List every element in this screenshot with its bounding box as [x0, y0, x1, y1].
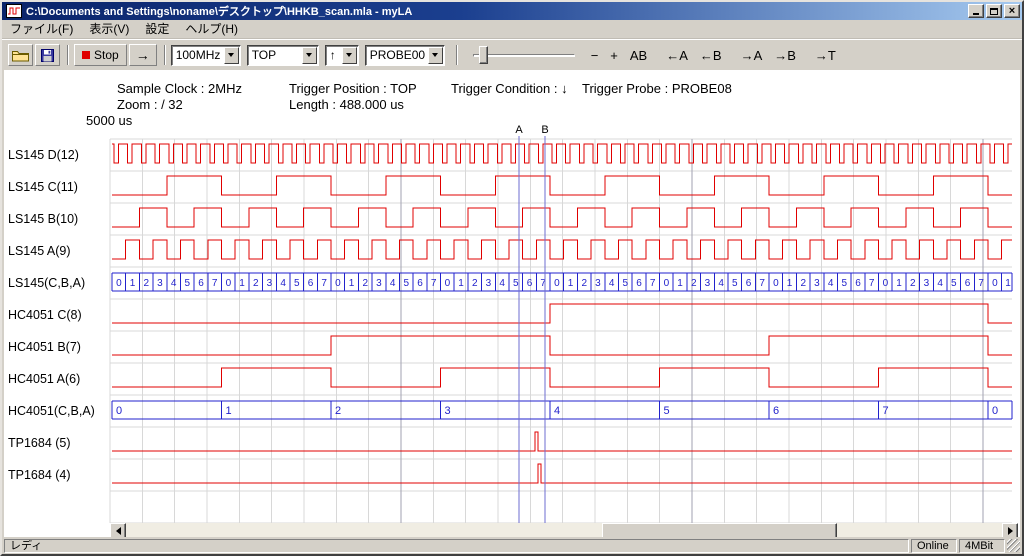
chevron-down-icon[interactable]: [428, 47, 443, 64]
sample-clock-select[interactable]: 100MHz: [171, 45, 241, 66]
toolbar: Stop → 100MHz TOP ↑ PROBE00 − + AB ←A ←B: [2, 39, 1022, 70]
right-arrow-icon: [1008, 527, 1013, 535]
toolbar-separator: [67, 45, 69, 65]
channel-label: TP1684 (5): [8, 427, 108, 459]
trigger-position-info: Trigger Position : TOP: [289, 81, 417, 96]
chevron-down-icon[interactable]: [342, 47, 357, 64]
open-button[interactable]: [8, 44, 33, 66]
channel-label: HC4051 B(7): [8, 331, 108, 363]
zoom-slider[interactable]: [471, 44, 577, 66]
channel-label: TP1684 (4): [8, 459, 108, 491]
slider-thumb[interactable]: [479, 46, 488, 64]
floppy-icon: [41, 49, 54, 62]
set-a-marker-button[interactable]: →A: [737, 46, 767, 65]
trigger-edge-select[interactable]: ↑: [325, 45, 359, 66]
jump-to-trigger-button[interactable]: →T: [811, 46, 840, 65]
status-online: Online: [911, 539, 957, 553]
minimize-icon: [973, 13, 979, 15]
time-scale-label: 5000 us: [86, 113, 132, 128]
channel-label: LS145 C(11): [8, 171, 108, 203]
channel-label: HC4051 A(6): [8, 363, 108, 395]
menu-settings[interactable]: 設定: [137, 20, 177, 38]
menu-help[interactable]: ヘルプ(H): [177, 20, 246, 38]
trigger-position-value: TOP: [248, 48, 302, 62]
trigger-edge-value: ↑: [326, 48, 342, 62]
maximize-button[interactable]: [986, 4, 1002, 18]
maximize-icon: [990, 8, 998, 15]
zoom-info: Zoom : / 32: [117, 97, 183, 112]
run-button[interactable]: →: [129, 44, 157, 66]
close-button[interactable]: ×: [1004, 4, 1020, 18]
open-folder-icon: [12, 49, 29, 62]
status-memory: 4MBit: [959, 539, 1005, 553]
channel-label: HC4051 C(8): [8, 299, 108, 331]
jump-to-a-button[interactable]: ←A: [662, 46, 692, 65]
status-bar: レディ Online 4MBit: [2, 537, 1022, 554]
jump-to-b-button[interactable]: ←B: [696, 46, 726, 65]
chevron-down-icon[interactable]: [302, 47, 317, 64]
channel-label: LS145 A(9): [8, 235, 108, 267]
app-window: C:\Documents and Settings\noname\デスクトップ\…: [0, 0, 1024, 556]
waveform-area[interactable]: [4, 70, 1020, 539]
trigger-position-select[interactable]: TOP: [247, 45, 319, 66]
save-button[interactable]: [35, 44, 60, 66]
toolbar-separator: [456, 45, 458, 65]
close-icon: ×: [1009, 6, 1015, 17]
channel-label: LS145 B(10): [8, 203, 108, 235]
window-title: C:\Documents and Settings\noname\デスクトップ\…: [26, 3, 966, 19]
length-info: Length : 488.000 us: [289, 97, 404, 112]
sample-clock-info: Sample Clock : 2MHz: [117, 81, 242, 96]
channel-label: LS145(C,B,A): [8, 267, 108, 299]
channel-label: LS145 D(12): [8, 139, 108, 171]
sample-clock-value: 100MHz: [172, 48, 224, 62]
status-message: レディ: [4, 539, 909, 553]
toolbar-separator: [164, 45, 166, 65]
zoom-out-button[interactable]: −: [587, 46, 603, 65]
ab-marker-button[interactable]: AB: [626, 46, 651, 65]
menu-view[interactable]: 表示(V): [81, 20, 137, 38]
channel-label: HC4051(C,B,A): [8, 395, 108, 427]
minimize-button[interactable]: [968, 4, 984, 18]
trigger-probe-info: Trigger Probe : PROBE08: [582, 81, 732, 96]
menu-bar: ファイル(F) 表示(V) 設定 ヘルプ(H): [2, 20, 1022, 39]
set-b-marker-button[interactable]: →B: [770, 46, 800, 65]
slider-track: [473, 54, 575, 57]
app-icon: [6, 4, 22, 18]
title-bar[interactable]: C:\Documents and Settings\noname\デスクトップ\…: [2, 2, 1022, 20]
resize-grip[interactable]: [1007, 539, 1020, 552]
trigger-probe-select[interactable]: PROBE00: [365, 45, 445, 66]
stop-label: Stop: [94, 48, 119, 62]
stop-icon: [82, 51, 90, 59]
menu-file[interactable]: ファイル(F): [2, 20, 81, 38]
stop-button[interactable]: Stop: [74, 44, 127, 66]
trigger-probe-value: PROBE00: [366, 48, 428, 62]
trigger-condition-info: Trigger Condition : ↓: [451, 81, 568, 96]
left-arrow-icon: [116, 527, 121, 535]
zoom-in-button[interactable]: +: [606, 46, 622, 65]
chevron-down-icon[interactable]: [224, 47, 239, 64]
